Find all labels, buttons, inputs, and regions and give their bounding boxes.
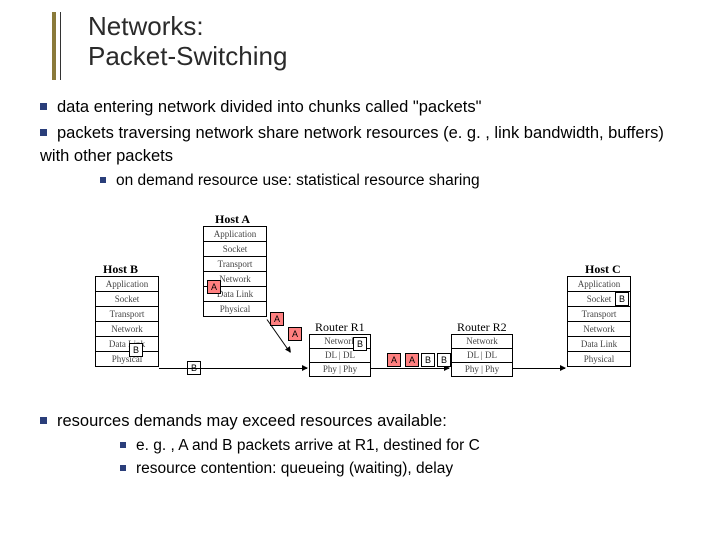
router-r2-label: Router R2 — [457, 320, 507, 335]
title-line-1: Networks: — [88, 11, 204, 41]
bullet-icon — [120, 442, 126, 448]
router-r1-label: Router R1 — [315, 320, 365, 335]
layer-network: Network — [568, 322, 630, 337]
link-b-to-r1 — [159, 368, 307, 369]
layer-application: Application — [204, 227, 266, 242]
link-r2-to-c — [513, 368, 565, 369]
layer-physical: Physical — [204, 302, 266, 316]
host-a-stack: Application Socket Transport Network Dat… — [203, 226, 267, 317]
network-diagram: Host A Application Socket Transport Netw… — [95, 220, 640, 395]
layer-socket: Socket — [96, 292, 158, 307]
subbullet-example-r1: e. g. , A and B packets arrive at R1, de… — [120, 436, 690, 457]
layer-datalink: DL | DL — [310, 349, 370, 363]
layer-physical: Phy | Phy — [452, 363, 512, 376]
host-c-stack: Application Socket Transport Network Dat… — [567, 276, 631, 367]
bullet-demand-exceed: resources demands may exceed resources a… — [40, 410, 690, 432]
layer-transport: Transport — [568, 307, 630, 322]
layer-network: Network — [96, 322, 158, 337]
packet-b: B — [129, 343, 143, 357]
packet-a: A — [405, 353, 419, 367]
layer-application: Application — [568, 277, 630, 292]
bullet-share-resources: packets traversing network share network… — [40, 122, 690, 167]
subbullet-statistical: on demand resource use: statistical reso… — [100, 171, 690, 192]
bullet-icon — [40, 103, 47, 110]
host-c-label: Host C — [585, 262, 621, 277]
layer-socket: Socket — [204, 242, 266, 257]
link-r1-to-r2 — [371, 368, 449, 369]
title-accent-line — [60, 12, 61, 80]
packet-b: B — [437, 353, 451, 367]
bullet-icon — [40, 129, 47, 136]
packet-a: A — [387, 353, 401, 367]
host-b-stack: Application Socket Transport Network Dat… — [95, 276, 159, 367]
subbullet-contention: resource contention: queueing (waiting),… — [120, 459, 690, 480]
title-accent-bar — [52, 12, 56, 80]
layer-datalink: DL | DL — [452, 349, 512, 363]
packet-b: B — [421, 353, 435, 367]
layer-physical: Physical — [96, 352, 158, 366]
layer-datalink: Data Link — [96, 337, 158, 352]
packet-a: A — [288, 327, 302, 341]
packet-b: B — [353, 337, 367, 351]
packet-b: B — [615, 292, 629, 306]
slide-title: Networks: Packet-Switching — [88, 12, 287, 72]
title-line-2: Packet-Switching — [88, 41, 287, 71]
host-a-label: Host A — [215, 212, 250, 227]
bottom-bullets: resources demands may exceed resources a… — [40, 410, 690, 482]
router-r2-stack: Network DL | DL Phy | Phy — [451, 334, 513, 377]
layer-transport: Transport — [204, 257, 266, 272]
layer-network: Network — [452, 335, 512, 349]
bullet-icon — [120, 465, 126, 471]
bullet-icon — [100, 177, 106, 183]
layer-application: Application — [96, 277, 158, 292]
packet-a: A — [207, 280, 221, 294]
layer-transport: Transport — [96, 307, 158, 322]
host-b-label: Host B — [103, 262, 138, 277]
layer-datalink: Data Link — [568, 337, 630, 352]
bullet-icon — [40, 417, 47, 424]
bullet-packets-def: data entering network divided into chunk… — [40, 96, 690, 118]
layer-physical: Phy | Phy — [310, 363, 370, 376]
layer-physical: Physical — [568, 352, 630, 366]
title-block: Networks: Packet-Switching — [40, 12, 287, 72]
packet-a: A — [270, 312, 284, 326]
top-bullets: data entering network divided into chunk… — [40, 96, 690, 194]
